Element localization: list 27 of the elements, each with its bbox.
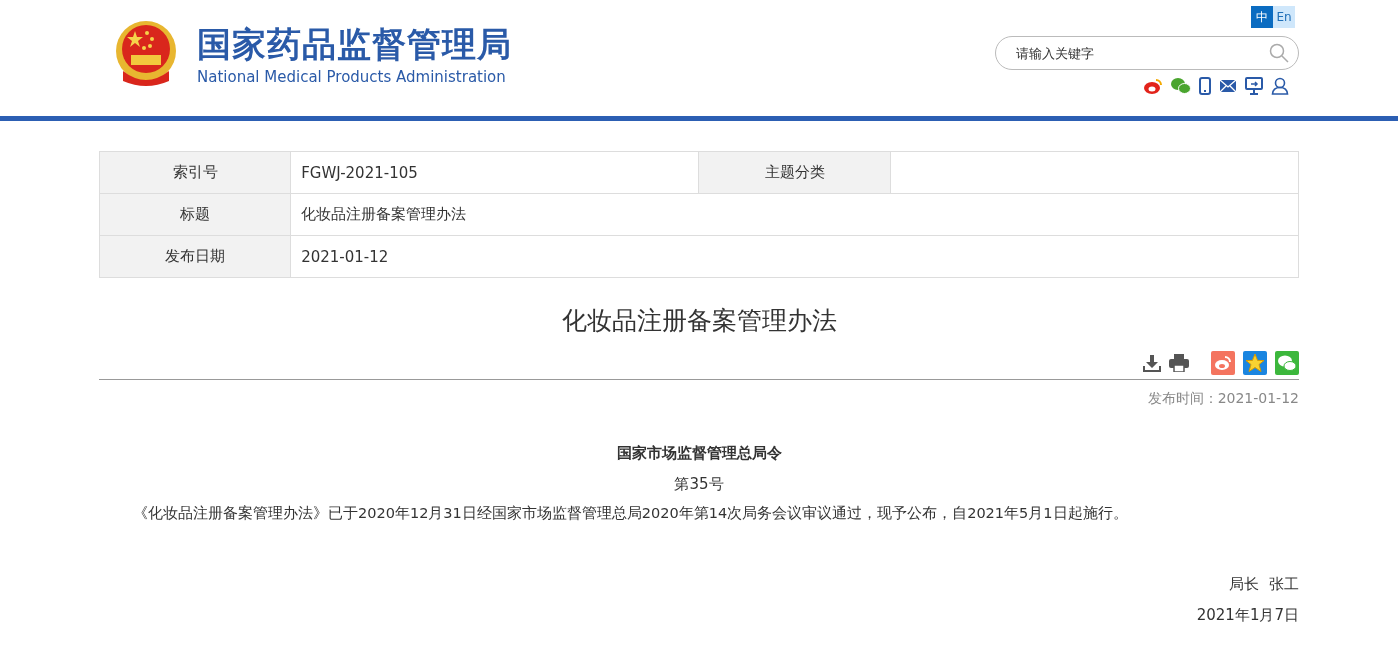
site-title: 国家药品监督管理局 — [197, 22, 512, 66]
order-title: 国家市场监督管理总局令 — [615, 444, 783, 463]
field-value: 2021-01-12 — [290, 235, 1299, 278]
field-label: 索引号 — [99, 151, 291, 194]
signature-date: 2021年1月7日 — [1195, 606, 1299, 625]
download-icon[interactable] — [1143, 354, 1161, 372]
signature: 局长 张工 — [1228, 575, 1299, 594]
site-subtitle: National Medical Products Administration — [197, 67, 507, 86]
field-value: 化妆品注册备案管理办法 — [290, 193, 1299, 236]
article-paragraph: 《化妆品注册备案管理办法》已于2020年12月31日经国家市场监督管理总局2020年第14次局务会议审议通过，现予公布，自2021年5月1日起施行。 — [133, 504, 1129, 523]
emblem-drawing — [113, 18, 179, 89]
monitor-icon[interactable] — [1245, 77, 1263, 95]
user-icon[interactable] — [1271, 77, 1289, 95]
field-label: 主题分类 — [699, 151, 891, 194]
phone-icon[interactable] — [1199, 77, 1211, 95]
order-number: 第35号 — [673, 475, 725, 494]
language-tab[interactable]: 中 — [1251, 6, 1273, 28]
article-title: 化妆品注册备案管理办法 — [560, 305, 838, 337]
field-label: 标题 — [99, 193, 291, 236]
field-value: FGWJ-2021-105 — [290, 151, 699, 194]
star-share-icon[interactable] — [1243, 351, 1267, 375]
mail-icon[interactable] — [1219, 79, 1237, 93]
print-icon[interactable] — [1169, 354, 1189, 372]
publish-time: 发布时间：2021-01-12 — [1146, 390, 1299, 408]
field-label: 发布日期 — [99, 235, 291, 278]
language-tab[interactable]: En — [1273, 6, 1295, 28]
search-field[interactable]: 请输入关键字 — [995, 36, 1299, 70]
